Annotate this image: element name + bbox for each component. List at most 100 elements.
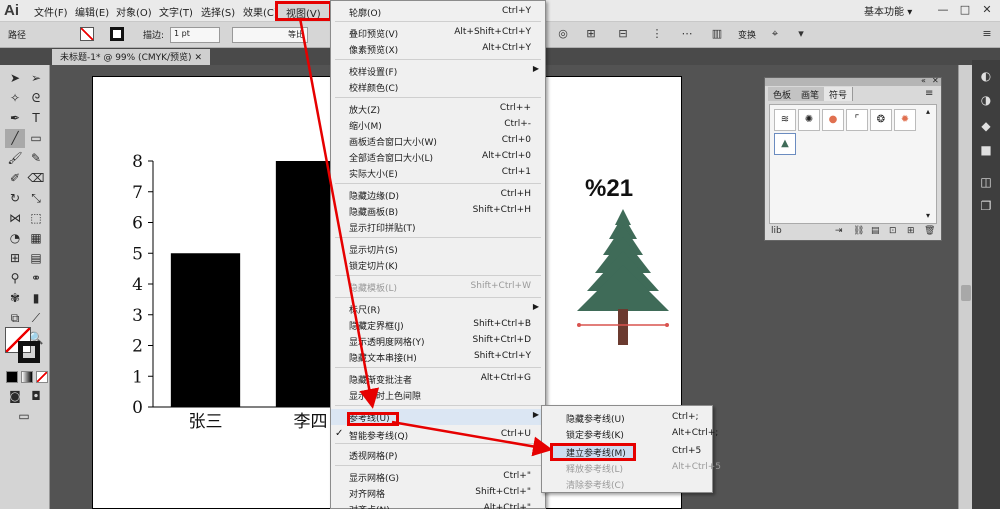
lasso-tool-icon[interactable]: ᘓ <box>26 89 46 108</box>
menu-edit[interactable]: 编辑(E) <box>75 4 109 19</box>
blend-tool-icon[interactable]: ⚭ <box>26 269 46 288</box>
scale-tool-icon[interactable]: ⤡ <box>26 189 46 208</box>
symbol-swatch[interactable]: ✺ <box>798 109 820 131</box>
variable-width-profile[interactable]: 等比 <box>232 27 308 43</box>
selection-tool-icon[interactable]: ➤ <box>5 69 25 88</box>
stroke-color-box[interactable] <box>18 341 40 363</box>
stroke-swatch[interactable] <box>110 27 124 41</box>
menu-effect[interactable]: 效果(C) <box>243 4 278 19</box>
guides-submenu-item[interactable]: 建立参考线(M) Ctrl+5 <box>542 443 712 461</box>
guides-submenu-item[interactable]: 释放参考线(L) Alt+Ctrl+5 <box>542 460 721 476</box>
artboards-panel-icon[interactable]: ❐ <box>975 196 997 216</box>
type-tool-icon[interactable]: T <box>26 109 46 128</box>
scroll-up-icon[interactable]: ▴ <box>926 107 930 116</box>
symbol-swatch[interactable]: ≋ <box>774 109 796 131</box>
view-menu-item[interactable]: 对齐点(N) Alt+Ctrl+" <box>331 501 545 509</box>
view-menu-item[interactable]: 显示网格(G) Ctrl+" <box>331 469 545 485</box>
view-menu-item[interactable]: 像素预览(X) Alt+Ctrl+Y <box>331 41 545 57</box>
view-menu-item[interactable]: 隐藏渐变批注者 Alt+Ctrl+G <box>331 371 545 387</box>
view-menu-item[interactable]: 透视网格(P) ▶ <box>331 447 545 463</box>
screen-mode-icon[interactable]: ▭ <box>14 407 34 426</box>
tab-swatches[interactable]: 色板 <box>768 87 798 101</box>
symbol-swatch[interactable]: ⌜ <box>846 109 868 131</box>
menu-type[interactable]: 文字(T) <box>159 4 193 19</box>
appearance-panel-icon[interactable]: ◆ <box>975 116 997 136</box>
guides-submenu-item[interactable]: 清除参考线(C) <box>542 476 712 492</box>
fill-swatch[interactable] <box>80 27 94 41</box>
view-menu-item[interactable]: 显示切片(S) <box>331 241 545 257</box>
view-menu-item[interactable]: 缩小(M) Ctrl+- <box>331 117 545 133</box>
menu-file[interactable]: 文件(F) <box>34 4 68 19</box>
guide-anchor-right[interactable] <box>665 323 669 327</box>
guide-anchor-left[interactable] <box>577 323 581 327</box>
view-menu-item[interactable]: 隐藏文本串接(H) Shift+Ctrl+Y <box>331 349 545 365</box>
transform-link[interactable]: 变换 <box>738 28 756 41</box>
place-symbol-icon[interactable]: ⇥ <box>835 226 843 236</box>
mesh-tool-icon[interactable]: ⊞ <box>5 249 25 268</box>
view-menu-item[interactable]: 放大(Z) Ctrl++ <box>331 101 545 117</box>
view-menu-item[interactable]: 隐藏画板(B) Shift+Ctrl+H <box>331 203 545 219</box>
delete-symbol-icon[interactable]: 🗑 <box>924 226 935 236</box>
new-symbol-icon[interactable]: ⊡ <box>889 226 897 236</box>
symbol-swatch[interactable]: ✹ <box>894 109 916 131</box>
guides-submenu-item[interactable]: 锁定参考线(K) Alt+Ctrl+; <box>542 426 718 442</box>
view-menu-item[interactable]: 显示打印拼贴(T) <box>331 219 545 235</box>
options-menu-icon[interactable]: ▾ <box>794 27 808 41</box>
free-transform-tool-icon[interactable]: ⬚ <box>26 209 46 228</box>
symbol-swatch[interactable]: ● <box>822 109 844 131</box>
eraser-tool-icon[interactable]: ⌫ <box>26 169 46 188</box>
paintbrush-tool-icon[interactable]: 🖌 <box>5 149 25 168</box>
artboard-tool-icon[interactable]: ⧉ <box>5 309 25 328</box>
gradient-mode-icon[interactable] <box>21 371 33 383</box>
width-tool-icon[interactable]: ⋈ <box>5 209 25 228</box>
view-menu-item[interactable]: 对齐网格 Shift+Ctrl+" <box>331 485 545 501</box>
rotate-tool-icon[interactable]: ↻ <box>5 189 25 208</box>
symbol-libraries-icon[interactable]: lib <box>771 226 782 236</box>
tab-symbols[interactable]: 符号 <box>824 87 854 101</box>
menu-view[interactable]: 视图(V) <box>275 1 332 21</box>
menu-select[interactable]: 选择(S) <box>201 4 235 19</box>
direct-selection-tool-icon[interactable]: ➢ <box>26 69 46 88</box>
close-tab-icon[interactable]: ✕ <box>194 53 202 63</box>
panel-menu-icon[interactable]: ≡ <box>925 88 933 99</box>
distribute-icon[interactable]: ⊟ <box>616 27 630 41</box>
view-menu-item[interactable]: 实际大小(E) Ctrl+1 <box>331 165 545 181</box>
column-graph-tool-icon[interactable]: ▮ <box>26 289 46 308</box>
minimize-icon[interactable]: — <box>934 2 952 18</box>
break-link-icon[interactable]: ⛓ <box>853 226 864 236</box>
graphic-styles-icon[interactable]: ■ <box>975 140 997 160</box>
view-menu-item[interactable]: 全部适合窗口大小(L) Alt+Ctrl+0 <box>331 149 545 165</box>
view-menu-item[interactable]: 标尺(R) ▶ <box>331 301 545 317</box>
tab-brushes[interactable]: 画笔 <box>796 87 826 101</box>
pen-tool-icon[interactable]: ✒ <box>5 109 25 128</box>
view-menu-item[interactable]: 校样颜色(C) <box>331 79 545 95</box>
align-icon[interactable]: ⊞ <box>584 27 598 41</box>
view-menu-item[interactable]: 显示透明度网格(Y) Shift+Ctrl+D <box>331 333 545 349</box>
line-tool-icon[interactable]: ╱ <box>5 129 25 148</box>
view-menu-item[interactable]: 校样设置(F) ▶ <box>331 63 545 79</box>
color-guide-icon[interactable]: ◑ <box>975 90 997 110</box>
symbol-swatch-tree[interactable]: ▲ <box>774 133 796 155</box>
blob-brush-tool-icon[interactable]: ✐ <box>5 169 25 188</box>
maximize-icon[interactable]: □ <box>956 2 974 18</box>
guides-submenu-item[interactable]: 隐藏参考线(U) Ctrl+; <box>542 410 712 426</box>
gradient-tool-icon[interactable]: ▤ <box>26 249 46 268</box>
draw-behind-icon[interactable]: ◘ <box>26 387 46 406</box>
collapse-panel-icon[interactable]: « <box>921 76 926 85</box>
align-to-icon[interactable]: ▥ <box>710 27 724 41</box>
vertical-scrollbar[interactable] <box>958 65 972 509</box>
view-menu-item[interactable]: 隐藏定界框(J) Shift+Ctrl+B <box>331 317 545 333</box>
scroll-down-icon[interactable]: ▾ <box>926 211 930 220</box>
magic-wand-tool-icon[interactable]: ✧ <box>5 89 25 108</box>
view-menu-item[interactable]: 锁定切片(K) <box>331 257 545 273</box>
shape-builder-tool-icon[interactable]: ◔ <box>5 229 25 248</box>
view-menu-item[interactable]: 轮廓(O) Ctrl+Y <box>331 4 545 20</box>
symbol-swatch[interactable]: ❂ <box>870 109 892 131</box>
view-menu-item[interactable]: 显示实时上色间隙 <box>331 387 545 403</box>
panel-menu-icon[interactable]: ≡ <box>980 27 994 41</box>
stroke-weight-field[interactable]: 1 pt <box>170 27 220 43</box>
isolate-icon[interactable]: ⌖ <box>768 27 782 41</box>
layers-panel-icon[interactable]: ◫ <box>975 172 997 192</box>
view-menu-item[interactable]: 隐藏边缘(D) Ctrl+H <box>331 187 545 203</box>
view-menu-item[interactable]: 叠印预览(V) Alt+Shift+Ctrl+Y <box>331 25 545 41</box>
